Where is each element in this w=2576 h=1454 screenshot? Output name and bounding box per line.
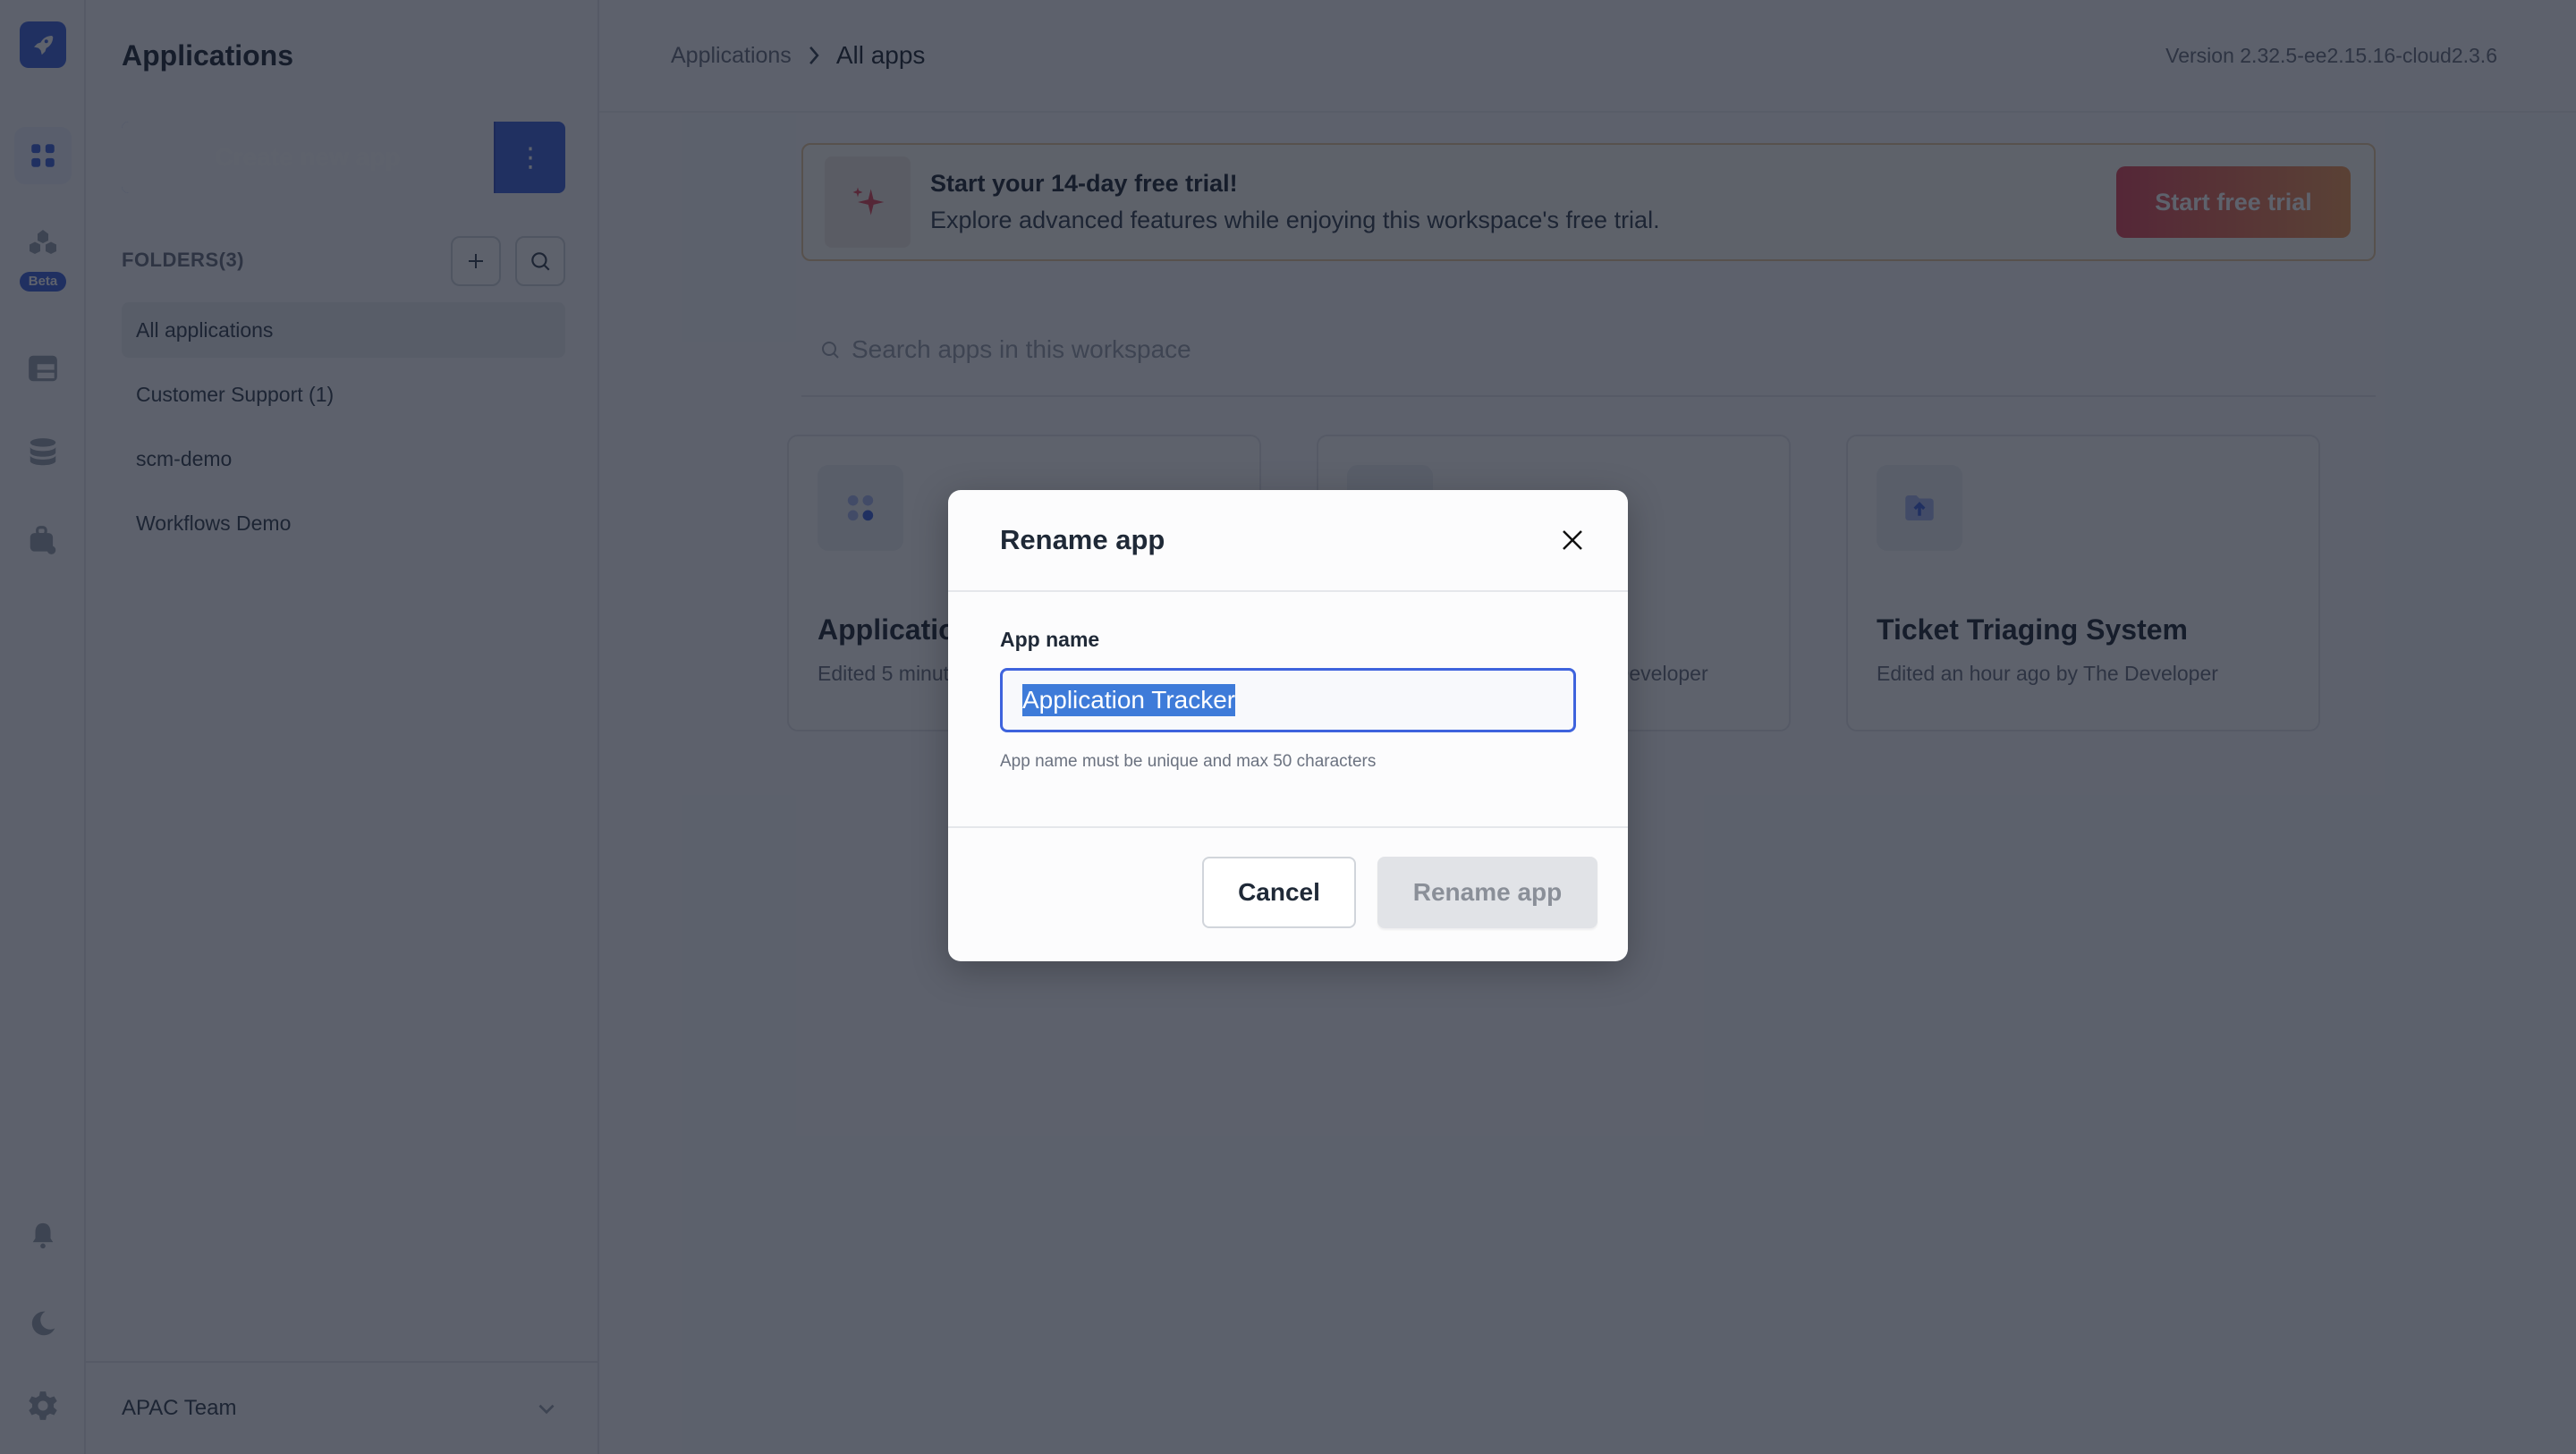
app-name-helper-text: App name must be unique and max 50 chara…: [1000, 752, 1377, 771]
close-modal-button[interactable]: [1555, 522, 1590, 558]
modal-header: Rename app: [948, 490, 1628, 592]
modal-body: App name Application Tracker App name mu…: [948, 592, 1628, 828]
modal-title: Rename app: [1000, 524, 1165, 555]
rename-app-button[interactable]: Rename app: [1377, 857, 1597, 928]
rename-app-modal: Rename app App name Application Tracker …: [948, 490, 1628, 961]
modal-footer: Cancel Rename app: [948, 828, 1628, 928]
app-name-input[interactable]: Application Tracker: [1000, 668, 1576, 732]
close-icon: [1563, 530, 1582, 550]
app-name-label: App name: [1000, 628, 1100, 651]
app-name-selected-text: Application Tracker: [1022, 684, 1236, 716]
cancel-button[interactable]: Cancel: [1202, 857, 1356, 928]
